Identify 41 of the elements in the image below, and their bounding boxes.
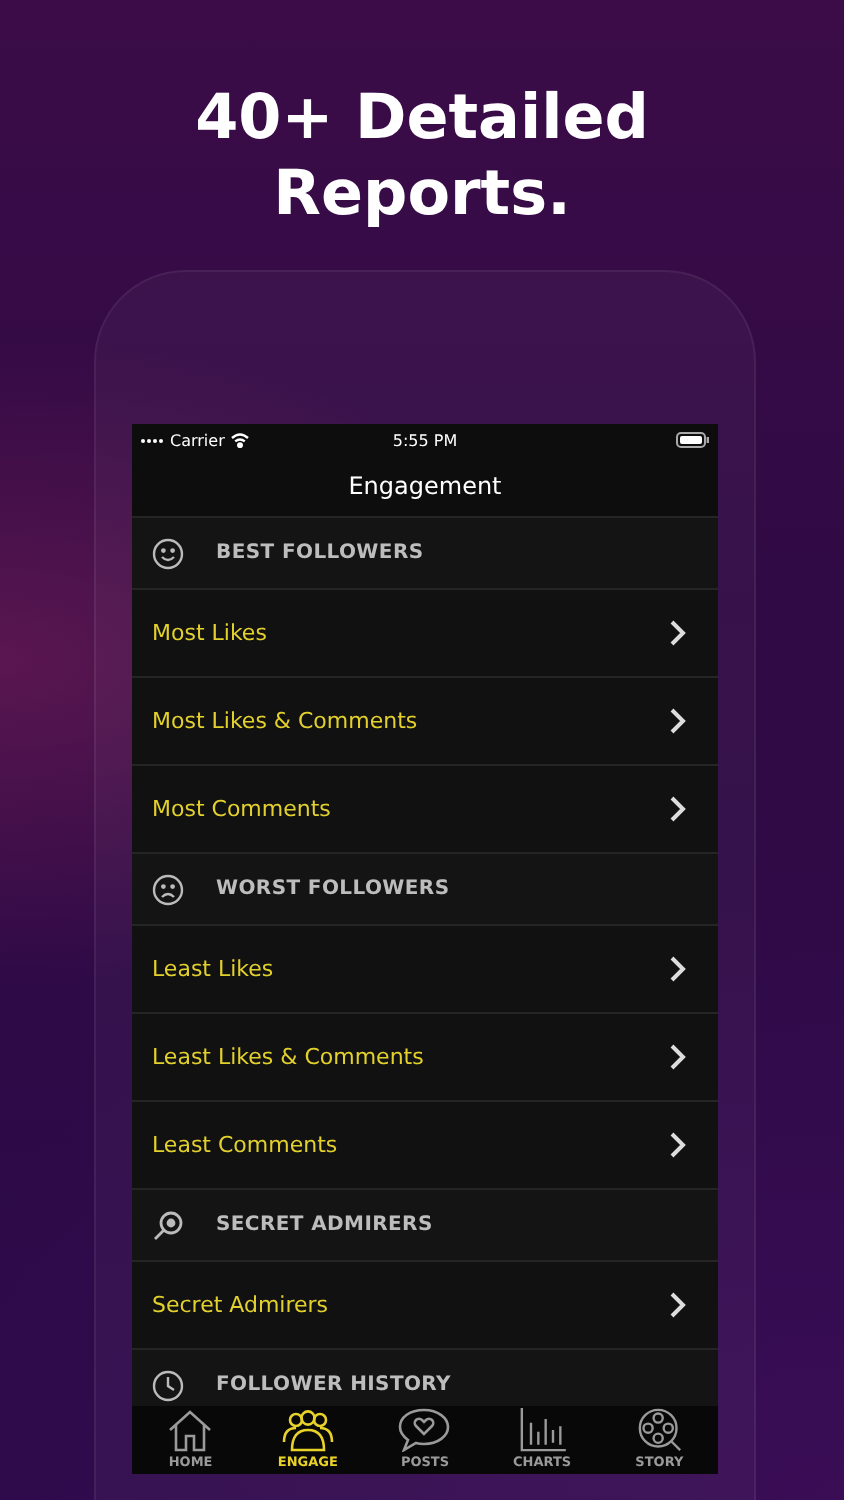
chevron-icon [670, 796, 686, 822]
chevron-icon [670, 956, 686, 982]
report-label: Most Comments [152, 796, 331, 822]
report-row[interactable]: Secret Admirers [132, 1260, 718, 1348]
people-icon [281, 1408, 334, 1452]
section-title: BEST FOLLOWERS [216, 542, 424, 564]
magnifier-icon [152, 1209, 184, 1241]
report-label: Least Likes [152, 956, 274, 982]
chevron-icon [670, 1044, 686, 1070]
chevron-icon [670, 1132, 686, 1158]
report-label: Most Likes [152, 620, 267, 646]
heart-bubble-icon [398, 1408, 451, 1452]
report-row[interactable]: Least Comments [132, 1100, 718, 1188]
signal-icon [140, 437, 164, 443]
smiley-icon [152, 537, 184, 569]
report-row[interactable]: Least Likes & Comments [132, 1012, 718, 1100]
headline: 40+ Detailed Reports. [193, 80, 651, 232]
section-title: FOLLOWER HISTORY [216, 1374, 451, 1396]
battery-icon [676, 432, 710, 448]
report-label: Most Likes & Comments [152, 708, 418, 734]
chevron-icon [670, 708, 686, 734]
house-icon [166, 1408, 215, 1452]
section-title: SECRET ADMIRERS [216, 1214, 433, 1236]
sad-face-icon [152, 873, 184, 905]
film-reel-icon [635, 1408, 684, 1452]
report-label: Secret Admirers [152, 1292, 329, 1318]
screen-title: Engagement [348, 472, 502, 500]
report-row[interactable]: Least Likes [132, 924, 718, 1012]
chevron-icon [670, 620, 686, 646]
wifi-icon [230, 432, 251, 448]
report-label: Least Comments [152, 1132, 338, 1158]
carrier-name: Carrier [170, 431, 225, 449]
report-row[interactable]: Most Comments [132, 764, 718, 852]
section-title: WORST FOLLOWERS [216, 878, 450, 900]
chevron-icon [670, 1292, 686, 1318]
report-row[interactable]: Most Likes [132, 588, 718, 676]
status-time: 5:55 PM [392, 431, 458, 449]
report-label: Least Likes & Comments [152, 1044, 424, 1070]
report-row[interactable]: Most Likes & Comments [132, 676, 718, 764]
clock-icon [152, 1369, 184, 1401]
bar-chart-icon [516, 1408, 569, 1452]
